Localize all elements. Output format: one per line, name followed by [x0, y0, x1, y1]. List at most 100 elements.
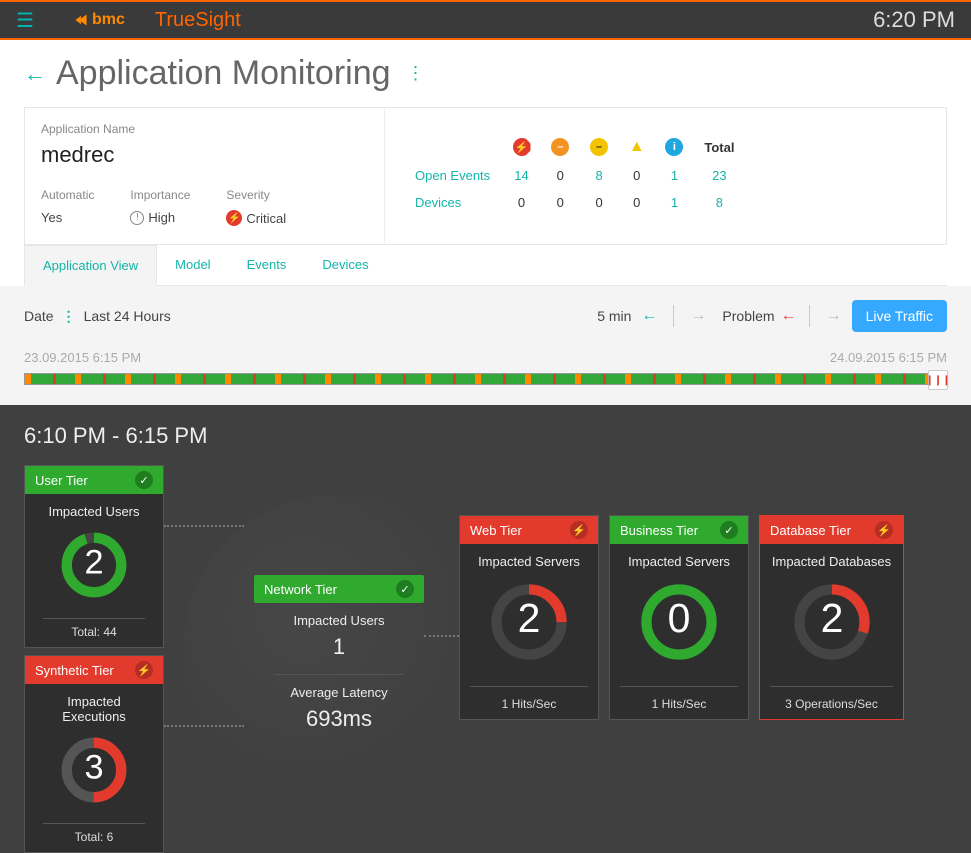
live-traffic-button[interactable]: Live Traffic [852, 300, 947, 332]
check-icon: ✓ [396, 580, 414, 598]
svg-text:2: 2 [518, 595, 541, 641]
cell: 0 [618, 162, 655, 189]
tab-events[interactable]: Events [229, 245, 305, 285]
events-matrix: ⚡ – – ▲ i Total Open Events 14 0 8 0 1 2… [405, 132, 745, 216]
tile-user-tier[interactable]: User Tier ✓ Impacted Users 2 Total: 44 [24, 465, 164, 648]
cell[interactable]: 23 [694, 162, 745, 189]
critical-icon: ⚡ [513, 138, 531, 156]
tab-application-view[interactable]: Application View [24, 245, 157, 286]
tile-title: Network Tier [264, 582, 337, 597]
cell[interactable]: 8 [694, 189, 745, 216]
cell[interactable]: 1 [655, 189, 694, 216]
interval-heading: 6:10 PM - 6:15 PM [24, 423, 947, 449]
top-bar: ☰ bmc TrueSight 6:20 PM [0, 0, 971, 40]
tile-title: Database Tier [770, 523, 851, 538]
controls-row: Date ⋮ Last 24 Hours 5 min ← → Problem ←… [0, 286, 971, 346]
app-name: medrec [41, 142, 368, 168]
automatic-value: Yes [41, 210, 94, 225]
tile-database-tier[interactable]: Database Tier ⚡ Impacted Databases 2 3 Op… [759, 515, 904, 720]
step-prev-icon[interactable]: ← [637, 303, 661, 329]
tab-devices[interactable]: Devices [304, 245, 386, 285]
clock: 6:20 PM [873, 7, 955, 33]
cell: 0 [502, 189, 541, 216]
tab-model[interactable]: Model [157, 245, 228, 285]
tile-title: Synthetic Tier [35, 663, 114, 678]
date-range[interactable]: Last 24 Hours [84, 308, 171, 324]
svg-text:3: 3 [84, 749, 103, 787]
metric-label: Impacted Servers [470, 554, 588, 569]
metric-label: Impacted Servers [620, 554, 738, 569]
check-icon: ✓ [720, 521, 738, 539]
importance-value: High [148, 210, 175, 225]
app-name-label: Application Name [41, 122, 368, 136]
page-menu-icon[interactable]: ⋮ [407, 63, 425, 84]
bolt-icon: ⚡ [135, 661, 153, 679]
donut-chart: 0 [636, 579, 722, 665]
timeline-section: 23.09.2015 6:15 PM 24.09.2015 6:15 PM ❙❙… [0, 346, 971, 405]
cell: 0 [580, 189, 619, 216]
problem-label: Problem [722, 308, 774, 324]
cell: 0 [541, 189, 580, 216]
back-icon[interactable]: ← [24, 61, 46, 87]
donut-chart: 2 [58, 529, 130, 601]
warning-icon: ▲ [629, 138, 645, 155]
total-header: Total [694, 132, 745, 162]
brand-logo: bmc [74, 11, 125, 29]
importance-label: Importance [130, 188, 190, 202]
tile-business-tier[interactable]: Business Tier✓ Impacted Servers 0 1 Hits… [609, 515, 749, 720]
cell[interactable]: 14 [502, 162, 541, 189]
problem-prev-icon[interactable]: ← [781, 307, 797, 325]
tile-network-tier[interactable]: Network Tier✓ Impacted Users 1 Average L… [254, 575, 424, 740]
date-menu-icon[interactable]: ⋮ [62, 308, 76, 325]
total-line: Total: 44 [43, 618, 145, 639]
metric-value: 1 [264, 634, 414, 660]
cell: 0 [541, 162, 580, 189]
tile-web-tier[interactable]: Web Tier⚡ Impacted Servers 2 1 Hits/Sec [459, 515, 599, 720]
metric-label: Impacted Databases [770, 554, 893, 569]
donut-chart: 2 [486, 579, 572, 665]
page-title: Application Monitoring [56, 54, 391, 93]
metric-label: Impacted Executions [35, 694, 153, 724]
bolt-icon: ⚡ [570, 521, 588, 539]
total-line: Total: 6 [43, 823, 145, 844]
tile-title: Web Tier [470, 523, 522, 538]
dashboard: 6:10 PM - 6:15 PM User Tier ✓ Impacted Us… [0, 405, 971, 853]
bolt-icon: ⚡ [875, 521, 893, 539]
cell[interactable]: 1 [655, 162, 694, 189]
step-next-icon: → [686, 303, 710, 329]
svg-text:2: 2 [84, 544, 103, 582]
tile-synthetic-tier[interactable]: Synthetic Tier ⚡ Impacted Executions 3 To… [24, 655, 164, 853]
open-events-link[interactable]: Open Events [405, 162, 502, 189]
latency-value: 693ms [264, 706, 414, 732]
automatic-label: Automatic [41, 188, 94, 202]
severity-icon: ⚡ [226, 210, 242, 226]
devices-link[interactable]: Devices [405, 189, 502, 216]
timeline-end: 24.09.2015 6:15 PM [830, 350, 947, 365]
product-name: TrueSight [155, 9, 241, 32]
timeline-handle[interactable]: ❙❙❙ [928, 370, 948, 390]
major-icon: – [551, 138, 569, 156]
title-row: ← Application Monitoring ⋮ [0, 40, 971, 107]
severity-value: Critical [246, 211, 286, 226]
cell[interactable]: 8 [580, 162, 619, 189]
tile-footer: 3 Operations/Sec [770, 686, 893, 711]
metric-label: Impacted Users [264, 613, 414, 628]
svg-text:0: 0 [668, 595, 691, 641]
timeline-start: 23.09.2015 6:15 PM [24, 350, 141, 365]
problem-next-icon: → [822, 303, 846, 329]
tile-title: Business Tier [620, 523, 698, 538]
summary-panel: Application Name medrec Automatic Yes Im… [24, 107, 947, 245]
donut-chart: 3 [58, 734, 130, 806]
minor-icon: – [590, 138, 608, 156]
importance-icon: ! [130, 211, 144, 225]
check-icon: ✓ [135, 471, 153, 489]
metric-label: Impacted Users [35, 504, 153, 519]
severity-label: Severity [226, 188, 286, 202]
donut-chart: 2 [789, 579, 875, 665]
timeline-bar[interactable]: ❙❙❙ [24, 373, 947, 385]
cell: 0 [618, 189, 655, 216]
menu-icon[interactable]: ☰ [16, 8, 34, 33]
step-label: 5 min [597, 308, 631, 324]
tile-title: User Tier [35, 473, 88, 488]
info-icon: i [665, 138, 683, 156]
